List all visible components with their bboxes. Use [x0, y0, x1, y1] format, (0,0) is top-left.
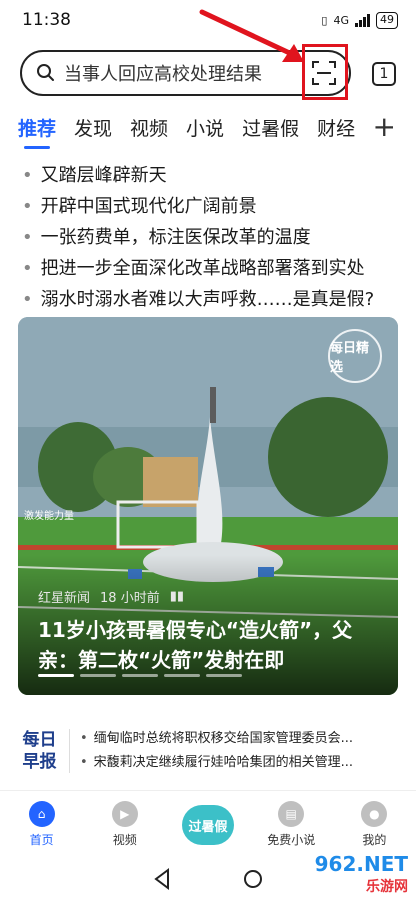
daily-brief[interactable]: 每日 早报 缅甸临时总统将职权移交给国家管理委员会... 宋馥莉决定继续履行娃哈… [18, 720, 398, 782]
card-title: 11岁小孩哥暑假专心“造火箭”，父亲：第二枚“火箭”发射在即 [38, 618, 353, 672]
carousel-dot [164, 674, 200, 677]
summer-icon: 过暑假 [182, 805, 234, 845]
back-icon[interactable] [152, 868, 172, 890]
book-icon: ▤ [278, 801, 305, 827]
watermark-number: 962 [314, 852, 357, 876]
list-item[interactable]: 一张药费单，标注医保改革的温度 [22, 222, 416, 253]
daily-logo-line1: 每日 [22, 730, 57, 750]
list-item[interactable]: 缅甸临时总统将职权移交给国家管理委员会... [80, 727, 380, 751]
card-time: 18 小时前 [100, 591, 160, 606]
vibrate-icon: ▯ [321, 13, 328, 27]
list-item[interactable]: 宋馥莉决定继续履行娃哈哈集团的相关管理... [80, 751, 380, 775]
carousel-dot [122, 674, 158, 677]
nav-profile-label: 我的 [362, 833, 387, 847]
home-icon: ⌂ [28, 801, 55, 827]
audio-icon: ▮▮ [169, 589, 185, 604]
status-time: 11:38 [22, 10, 71, 30]
status-icons: ▯ 4G 49 [321, 11, 398, 29]
carousel-dot [38, 674, 74, 677]
nav-video-label: 视频 [112, 833, 137, 847]
list-item[interactable]: 又踏层峰辟新天 [22, 160, 416, 191]
battery-indicator: 49 [376, 11, 398, 29]
headline-list: 又踏层峰辟新天 开辟中国式现代化广阔前景 一张药费单，标注医保改革的温度 把进一… [0, 150, 416, 315]
news-feed: 又踏层峰辟新天 开辟中国式现代化广阔前景 一张药费单，标注医保改革的温度 把进一… [0, 150, 416, 790]
tab-summer[interactable]: 过暑假 [242, 114, 299, 141]
tab-novel[interactable]: 小说 [186, 114, 224, 141]
sign-text: 激发能力量 [24, 509, 74, 522]
scan-icon[interactable] [311, 60, 337, 86]
nav-novel[interactable]: ▤ 免费小说 [250, 791, 333, 858]
tab-finance[interactable]: 财经 [317, 114, 355, 141]
nav-profile[interactable]: ● 我的 [333, 791, 416, 858]
daily-pick-badge: 每日精选 [328, 329, 382, 383]
tab-discover[interactable]: 发现 [74, 114, 112, 141]
avatar-icon: ● [361, 801, 388, 827]
carousel-indicator [38, 674, 242, 677]
search-icon [37, 64, 54, 81]
status-bar: 11:38 ▯ 4G 49 [0, 0, 416, 40]
nav-novel-label: 免费小说 [267, 833, 316, 847]
network-label: 4G [333, 13, 349, 27]
signal-icon [355, 13, 370, 27]
card-source: 红星新闻 [38, 591, 91, 606]
window-count-button[interactable]: 1 [372, 62, 396, 86]
nav-summer[interactable]: 过暑假 [166, 791, 249, 858]
list-item[interactable]: 溺水时溺水者难以大声呼救……是真是假? [22, 284, 416, 315]
search-header: 当事人回应高校处理结果 1 [0, 40, 416, 104]
bottom-nav: ⌂ 首页 ▶ 视频 过暑假 ▤ 免费小说 ● 我的 [0, 790, 416, 858]
daily-brief-list: 缅甸临时总统将职权移交给国家管理委员会... 宋馥莉决定继续履行娃哈哈集团的相关… [70, 727, 380, 775]
list-item[interactable]: 把进一步全面深化改革战略部署落到实处 [22, 253, 416, 284]
list-item[interactable]: 开辟中国式现代化广阔前景 [22, 191, 416, 222]
watermark-domain: .NET [356, 852, 408, 876]
category-tabs: 推荐 发现 视频 小说 过暑假 财经 + [0, 104, 416, 150]
tab-video[interactable]: 视频 [130, 114, 168, 141]
daily-brief-logo: 每日 早报 [18, 729, 70, 773]
nav-home[interactable]: ⌂ 首页 [0, 791, 83, 858]
nav-video[interactable]: ▶ 视频 [83, 791, 166, 858]
carousel-dot [206, 674, 242, 677]
home-circle-icon[interactable] [242, 868, 264, 890]
tab-recommend[interactable]: 推荐 [18, 114, 56, 149]
search-placeholder: 当事人回应高校处理结果 [64, 64, 262, 85]
carousel-dot [80, 674, 116, 677]
featured-card[interactable]: 激发能力量 每日精选 红星新闻 18 小时前 ▮▮ 11岁小孩哥暑假专心“造火箭… [18, 317, 398, 695]
nav-home-label: 首页 [29, 833, 54, 847]
card-meta: 红星新闻 18 小时前 ▮▮ [38, 587, 184, 606]
add-tab-icon[interactable]: + [373, 110, 396, 143]
watermark-site: 乐游网 [366, 879, 408, 895]
watermark: 962.NET 乐游网 [315, 852, 408, 896]
daily-logo-line2: 早报 [22, 752, 57, 772]
play-icon: ▶ [111, 801, 138, 827]
